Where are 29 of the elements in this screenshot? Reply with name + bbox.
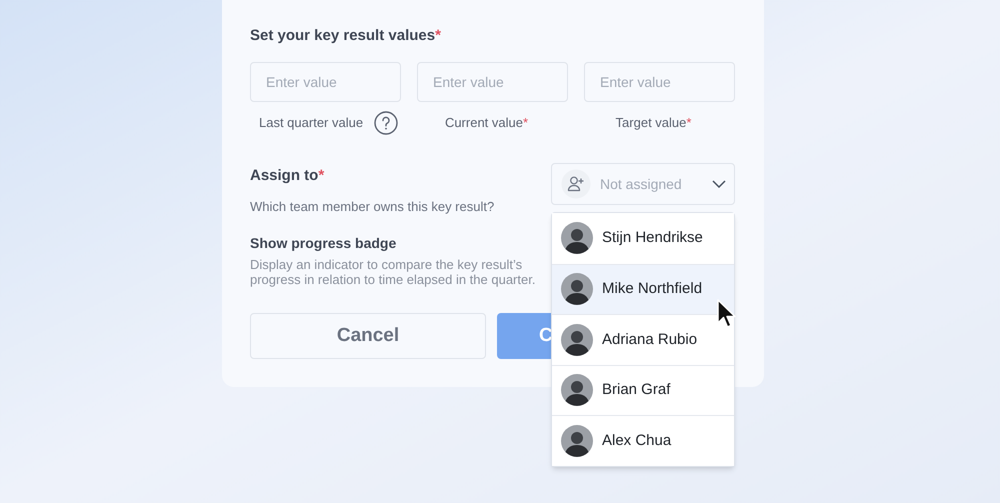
member-option[interactable]: Stijn Hendrikse	[552, 213, 734, 264]
avatar-icon	[561, 273, 593, 306]
value-input[interactable]: Enter value	[250, 62, 401, 102]
progress-badge-title: Show progress badge	[250, 234, 398, 253]
progress-badge-description: Display an indicator to compare the key result’s progress in relation to time elapsed in the quarter.	[250, 257, 536, 287]
help-icon[interactable]	[374, 111, 398, 135]
member-option[interactable]: Alex Chua	[552, 415, 734, 466]
member-option[interactable]: Brian Graf	[552, 364, 734, 415]
required-mark: *	[318, 166, 324, 186]
avatar-icon	[561, 222, 593, 254]
field-label: Target value	[616, 114, 686, 132]
avatar-icon	[561, 324, 593, 356]
value-input[interactable]: Enter value	[417, 62, 568, 102]
assign-title: Assign to	[250, 166, 318, 186]
cancel-button[interactable]: Cancel	[250, 313, 486, 359]
avatar-icon	[561, 374, 593, 406]
member-option[interactable]: Adriana Rubio	[552, 314, 734, 364]
add-user-icon	[561, 169, 591, 199]
field-label: Last quarter value	[259, 114, 364, 132]
member-option[interactable]: Mike Northfield	[552, 264, 734, 314]
assign-description: Which team member owns this key result?	[250, 198, 494, 216]
required-mark: *	[435, 26, 441, 46]
required-mark: *	[522, 114, 528, 132]
select-placeholder: Not assigned	[600, 174, 683, 194]
value-input[interactable]: Enter value	[584, 62, 735, 102]
required-mark: *	[686, 114, 692, 132]
section-title: Set your key result values	[250, 26, 436, 46]
avatar-icon	[561, 424, 593, 457]
field-label: Current value	[444, 114, 523, 132]
